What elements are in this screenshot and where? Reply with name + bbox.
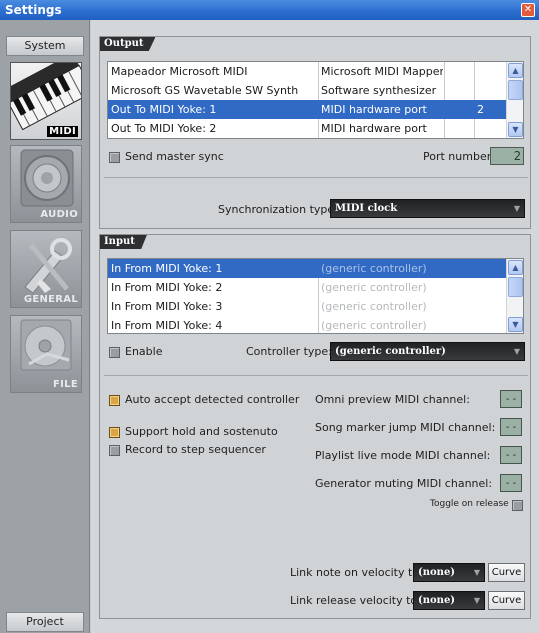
chevron-down-icon: ▼ — [473, 567, 480, 577]
sidebar-item-general[interactable]: GENERAL — [10, 230, 82, 308]
close-icon[interactable]: ✕ — [521, 3, 535, 17]
omni-preview-label: Omni preview MIDI channel: — [315, 393, 470, 406]
device-name: In From MIDI Yoke: 3 — [111, 300, 223, 313]
scroll-up-icon[interactable]: ▲ — [508, 63, 523, 78]
sidebar-item-label: GENERAL — [23, 294, 78, 305]
chevron-down-icon: ▼ — [513, 346, 520, 356]
main-panel: Output Mapeador Microsoft MIDI Microsoft… — [91, 20, 539, 633]
list-item[interactable]: In From MIDI Yoke: 1 (generic controller… — [108, 259, 508, 278]
generator-muting-channel[interactable]: -- — [500, 474, 522, 492]
output-device-list[interactable]: Mapeador Microsoft MIDI Microsoft MIDI M… — [107, 61, 524, 139]
device-type: Microsoft MIDI Mapper — [321, 65, 443, 78]
sidebar-item-midi[interactable]: MIDI — [10, 62, 82, 140]
input-device-list[interactable]: In From MIDI Yoke: 1 (generic controller… — [107, 258, 524, 334]
sidebar-item-file[interactable]: FILE — [10, 315, 82, 393]
port-number-label: Port number: — [423, 150, 495, 163]
device-name: Microsoft GS Wavetable SW Synth — [111, 84, 299, 97]
controller-name: (generic controller) — [321, 319, 427, 332]
device-name: In From MIDI Yoke: 4 — [111, 319, 223, 332]
list-item[interactable]: Out To MIDI Yoke: 1 MIDI hardware port 2 — [108, 100, 508, 119]
sidebar-item-label: FILE — [53, 379, 78, 390]
auto-accept-label: Auto accept detected controller — [125, 393, 300, 406]
sync-type-select[interactable]: MIDI clock ▼ — [330, 199, 525, 218]
tab-project[interactable]: Project — [6, 612, 84, 632]
list-item[interactable]: In From MIDI Yoke: 3 (generic controller… — [108, 297, 523, 316]
port-number-display[interactable]: 2 — [490, 147, 524, 165]
song-marker-label: Song marker jump MIDI channel: — [315, 421, 496, 434]
toggle-release-checkbox[interactable] — [512, 500, 523, 511]
link-release-label: Link release velocity to: — [290, 594, 421, 607]
sync-type-value: MIDI clock — [335, 203, 398, 214]
output-section-title: Output — [100, 37, 156, 51]
output-scrollbar[interactable]: ▲ ▼ — [506, 62, 523, 138]
input-section: Input In From MIDI Yoke: 1 (generic cont… — [99, 234, 531, 619]
device-name: In From MIDI Yoke: 1 — [111, 262, 223, 275]
link-note-curve-button[interactable]: Curve — [488, 563, 525, 582]
window-title-bar: Settings ✕ — [0, 0, 539, 20]
support-hold-label: Support hold and sostenuto — [125, 425, 278, 438]
controller-name: (generic controller) — [321, 300, 427, 313]
playlist-live-channel[interactable]: -- — [500, 446, 522, 464]
toggle-release-label: Toggle on release — [430, 499, 509, 509]
playlist-live-label: Playlist live mode MIDI channel: — [315, 449, 491, 462]
tab-system[interactable]: System — [6, 36, 84, 56]
list-item[interactable]: Out To MIDI Yoke: 2 MIDI hardware port — [108, 119, 523, 138]
sidebar-item-label: MIDI — [47, 126, 78, 137]
scroll-thumb[interactable] — [508, 277, 523, 297]
sidebar-item-label: AUDIO — [40, 209, 78, 220]
controller-type-value: (generic controller) — [335, 346, 446, 357]
scroll-down-icon[interactable]: ▼ — [508, 317, 523, 332]
list-item[interactable]: Mapeador Microsoft MIDI Microsoft MIDI M… — [108, 62, 523, 81]
send-master-sync-label: Send master sync — [125, 150, 224, 163]
chevron-down-icon: ▼ — [473, 595, 480, 605]
link-note-label: Link note on velocity to: — [290, 566, 423, 579]
support-hold-checkbox[interactable] — [109, 427, 120, 438]
song-marker-channel[interactable]: -- — [500, 418, 522, 436]
scroll-up-icon[interactable]: ▲ — [508, 260, 523, 275]
link-note-select[interactable]: (none) ▼ — [413, 563, 485, 582]
output-section: Output Mapeador Microsoft MIDI Microsoft… — [99, 36, 531, 229]
sidebar-item-audio[interactable]: AUDIO — [10, 145, 82, 223]
auto-accept-checkbox[interactable] — [109, 395, 120, 406]
device-port: 2 — [477, 103, 484, 116]
window-title: Settings — [5, 3, 62, 17]
controller-name: (generic controller) — [321, 281, 427, 294]
send-master-sync-checkbox[interactable] — [109, 152, 120, 163]
controller-type-select[interactable]: (generic controller) ▼ — [330, 342, 525, 361]
list-item[interactable]: Microsoft GS Wavetable SW Synth Software… — [108, 81, 523, 100]
input-section-title: Input — [100, 235, 147, 249]
scroll-thumb[interactable] — [508, 80, 523, 100]
device-name: In From MIDI Yoke: 2 — [111, 281, 223, 294]
sidebar: System MIDI AUDIO GENERAL FILE Project — [0, 20, 90, 633]
enable-label: Enable — [125, 345, 163, 358]
list-item[interactable]: In From MIDI Yoke: 2 (generic controller… — [108, 278, 523, 297]
record-step-checkbox[interactable] — [109, 445, 120, 456]
record-step-label: Record to step sequencer — [125, 443, 266, 456]
device-type: Software synthesizer — [321, 84, 437, 97]
generator-muting-label: Generator muting MIDI channel: — [315, 477, 493, 490]
link-release-curve-button[interactable]: Curve — [488, 591, 525, 610]
device-type: MIDI hardware port — [321, 103, 427, 116]
scroll-down-icon[interactable]: ▼ — [508, 122, 523, 137]
enable-checkbox[interactable] — [109, 347, 120, 358]
device-type: MIDI hardware port — [321, 122, 427, 135]
link-release-select[interactable]: (none) ▼ — [413, 591, 485, 610]
list-item[interactable]: In From MIDI Yoke: 4 (generic controller… — [108, 316, 523, 333]
link-note-value: (none) — [418, 567, 456, 578]
device-name: Out To MIDI Yoke: 1 — [111, 103, 217, 116]
omni-preview-channel[interactable]: -- — [500, 390, 522, 408]
sync-type-label: Synchronization type: — [218, 203, 338, 216]
device-name: Out To MIDI Yoke: 2 — [111, 122, 217, 135]
device-name: Mapeador Microsoft MIDI — [111, 65, 248, 78]
controller-type-label: Controller type: — [246, 345, 332, 358]
input-scrollbar[interactable]: ▲ ▼ — [506, 259, 523, 333]
link-release-value: (none) — [418, 595, 456, 606]
controller-name: (generic controller) — [321, 262, 427, 275]
chevron-down-icon: ▼ — [513, 203, 520, 213]
